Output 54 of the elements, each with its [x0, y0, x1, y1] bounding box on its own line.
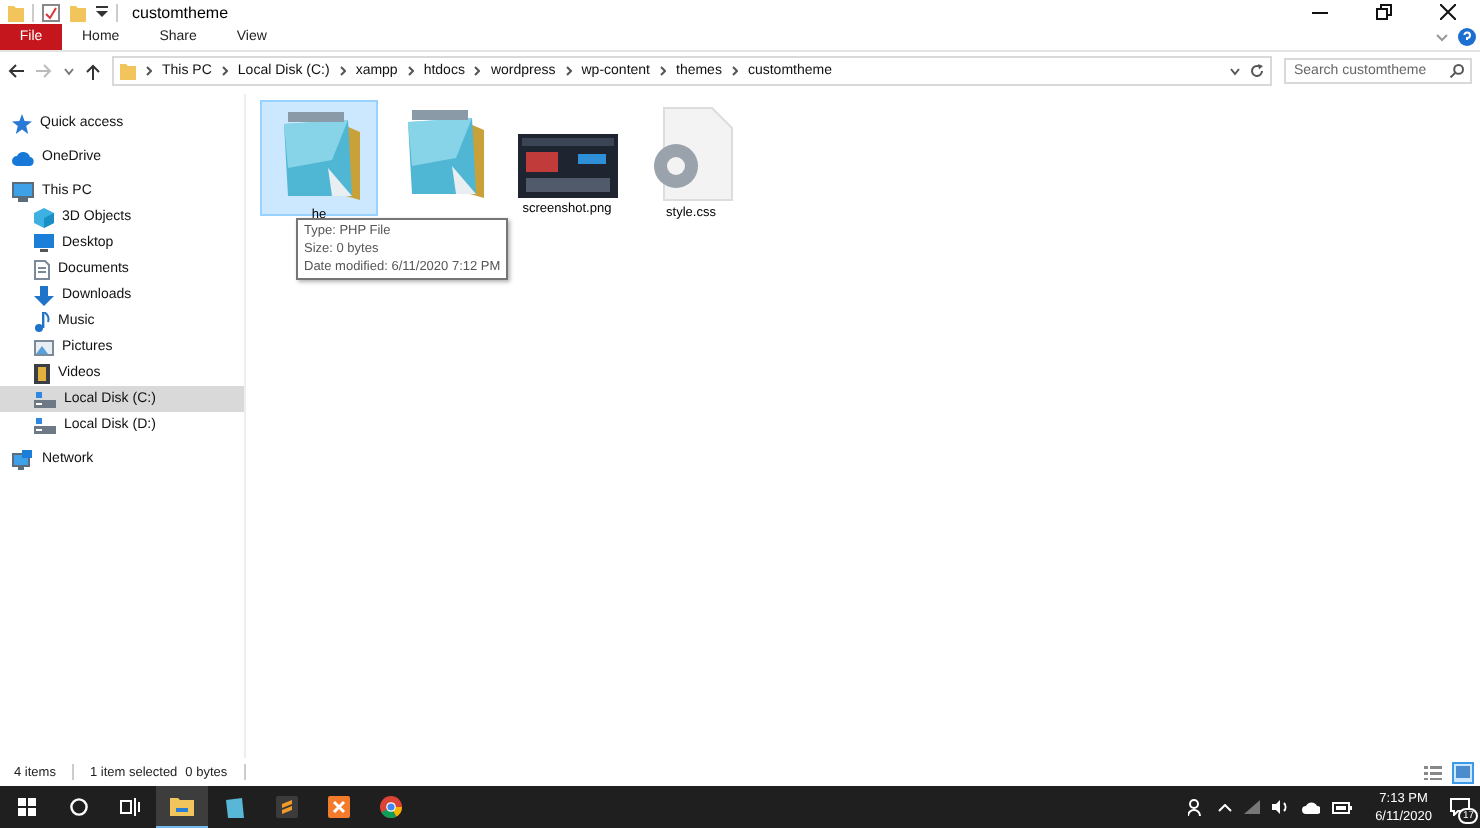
computer-icon [12, 181, 34, 201]
task-view-icon[interactable] [120, 798, 140, 816]
chevron-icon[interactable] [1230, 67, 1240, 75]
refresh-icon[interactable] [1250, 64, 1264, 78]
chevron-right-icon [339, 66, 346, 76]
chevron-icon[interactable] [64, 67, 74, 75]
taskbar-app-button[interactable] [156, 786, 208, 828]
close-icon[interactable] [1440, 4, 1456, 20]
network-icon [12, 449, 34, 469]
folder-icon [170, 796, 194, 816]
list-icon [1424, 765, 1442, 779]
folder-icon [8, 3, 24, 21]
large-icons-view-button[interactable] [1452, 761, 1474, 783]
drive-icon [34, 417, 56, 433]
cloud-upload-icon[interactable] [1301, 800, 1320, 814]
wifi-icon[interactable] [1243, 800, 1260, 814]
down-arrow-icon [34, 285, 54, 305]
windows-start-icon[interactable] [17, 798, 35, 816]
chevron-right-icon [565, 66, 572, 76]
dropdown-icon[interactable] [96, 6, 108, 18]
notification-icon[interactable] [1450, 798, 1470, 816]
notepad-icon [223, 796, 245, 818]
speaker-icon[interactable] [1271, 800, 1290, 814]
chevron-right-icon [660, 66, 666, 76]
chevron-right-icon [221, 66, 228, 76]
back-arrow-icon[interactable] [8, 64, 24, 78]
restore-icon[interactable] [1376, 4, 1392, 20]
folder-icon [120, 62, 136, 80]
chevron-right-icon [731, 66, 738, 76]
sublime-icon [275, 796, 297, 818]
help-icon[interactable] [1458, 28, 1476, 46]
cube-icon [34, 207, 54, 227]
screenshot-thumbnail-icon [517, 134, 617, 198]
up-arrow-icon[interactable] [86, 63, 100, 79]
xampp-icon [327, 796, 349, 818]
desktop-icon [34, 234, 54, 252]
battery-icon[interactable] [1331, 801, 1352, 813]
chevron-right-icon [407, 66, 414, 76]
search-icon [1450, 64, 1464, 78]
properties-icon[interactable] [42, 3, 60, 21]
drive-icon [34, 391, 56, 407]
window-title: customtheme [132, 3, 229, 21]
chevron-up-icon[interactable] [1217, 803, 1232, 811]
music-note-icon [34, 311, 50, 331]
chevron-right-icon [146, 66, 152, 76]
chrome-icon [379, 796, 401, 818]
document-icon [34, 259, 50, 279]
cloud-icon [12, 149, 34, 165]
search-circle-icon[interactable] [69, 798, 87, 816]
chevron-right-icon [474, 66, 481, 76]
details-view-button[interactable] [1422, 761, 1444, 783]
star-icon [12, 113, 32, 133]
film-icon [34, 363, 50, 383]
people-icon[interactable] [1187, 798, 1206, 816]
